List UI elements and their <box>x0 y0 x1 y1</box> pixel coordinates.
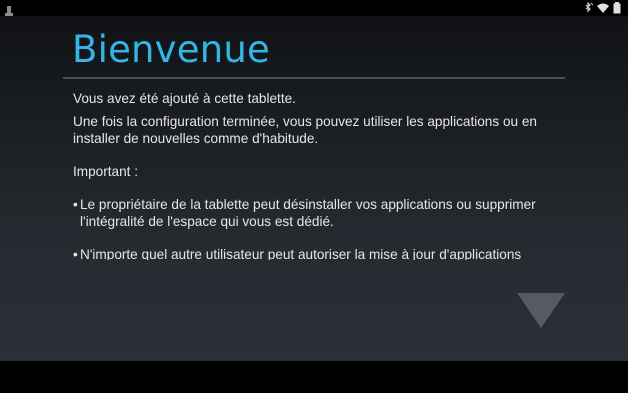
page-title: Bienvenue <box>72 28 271 71</box>
welcome-body[interactable]: Vous avez été ajouté à cette tablette. U… <box>73 90 553 260</box>
bullet-text: Le propriétaire de la tablette peut dési… <box>80 197 536 229</box>
down-arrow-icon <box>517 293 565 328</box>
setup-paragraph: Une fois la configuration terminée, vous… <box>73 114 537 146</box>
status-icons <box>584 2 624 14</box>
battery-icon <box>613 2 621 14</box>
status-bar <box>0 0 628 16</box>
scroll-down-button[interactable] <box>517 293 565 328</box>
bullet-marker: • <box>73 247 78 260</box>
bluetooth-icon <box>585 2 594 13</box>
welcome-screen: Bienvenue Vous avez été ajouté à cette t… <box>0 16 628 361</box>
important-label: Important : <box>73 164 138 179</box>
bullet-marker: • <box>73 197 78 212</box>
bullet-item: • N'importe quel autre utilisateur peut … <box>73 246 553 260</box>
bullet-item: • Le propriétaire de la tablette peut dé… <box>73 196 553 230</box>
title-divider <box>63 77 565 79</box>
intro-paragraph: Vous avez été ajouté à cette tablette. <box>73 91 296 106</box>
wifi-icon <box>597 3 609 13</box>
navigation-bar <box>0 361 628 393</box>
bullet-text: N'importe quel autre utilisateur peut au… <box>80 247 522 260</box>
notification-icon[interactable] <box>5 2 13 16</box>
screen: Bienvenue Vous avez été ajouté à cette t… <box>0 0 628 393</box>
